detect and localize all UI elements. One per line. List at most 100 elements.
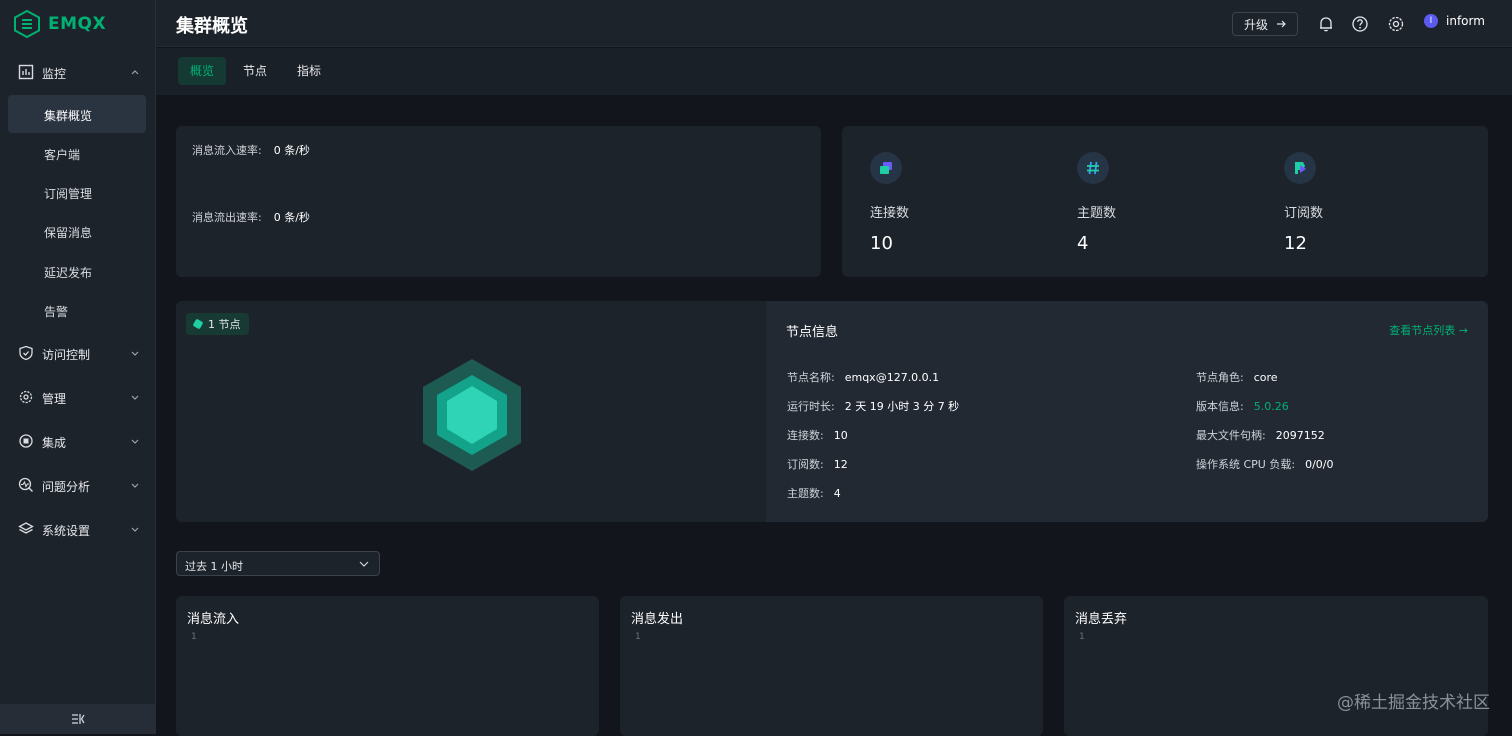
outgoing-rate-label: 消息流出速率: xyxy=(192,211,262,224)
axis-tick-label: 1 xyxy=(191,632,197,642)
max-fds-row: 最大文件句柄: 2097152 xyxy=(1196,427,1325,443)
view-node-list-link[interactable]: 查看节点列表 → xyxy=(1389,322,1468,338)
metric-title: 消息发出 xyxy=(631,612,684,627)
incoming-rate-row: 消息流入速率: 0 条/秒 xyxy=(192,142,310,158)
chevron-down-icon xyxy=(131,351,139,356)
stats-card: 连接数 10 主题数 4 订阅数 12 xyxy=(842,126,1488,277)
emqx-logo-icon xyxy=(14,10,40,38)
watermark: @稀土掘金技术社区 xyxy=(1337,693,1490,713)
sidebar: EMQX 监控 集群概览 客户端 订阅管理 保留消息 延迟发布 告警 访问控制 xyxy=(0,0,156,734)
kv-label: 节点角色: xyxy=(1196,371,1244,384)
node-hexagon-icon[interactable] xyxy=(420,357,524,473)
node-name-row: 节点名称: emqx@127.0.0.1 xyxy=(787,369,939,385)
node-count-badge: 1 节点 xyxy=(186,313,249,335)
tab-bar: 概览 节点 指标 xyxy=(156,48,1512,95)
topics-row: 主题数: 4 xyxy=(787,485,841,501)
connections-row: 连接数: 10 xyxy=(787,427,848,443)
metric-card-dropped: 消息丢弃 1 xyxy=(1064,596,1488,736)
sidebar-group-integration[interactable]: 集成 xyxy=(0,423,156,459)
chart-icon xyxy=(18,64,34,80)
sidebar-group-label: 管理 xyxy=(42,392,67,406)
uptime-row: 运行时长: 2 天 19 小时 3 分 7 秒 xyxy=(787,398,959,414)
time-range-select[interactable]: 过去 1 小时 xyxy=(176,551,380,576)
node-info-title: 节点信息 xyxy=(786,325,839,340)
incoming-rate-label: 消息流入速率: xyxy=(192,144,262,157)
tab-overview[interactable]: 概览 xyxy=(178,57,227,85)
kv-label: 主题数: xyxy=(787,487,824,500)
kv-label: 连接数: xyxy=(787,429,824,442)
sidebar-group-management[interactable]: 管理 xyxy=(0,379,156,415)
connection-icon xyxy=(870,152,902,184)
stat-subscriptions: 订阅数 12 xyxy=(1284,152,1444,254)
shield-icon xyxy=(19,345,33,361)
kv-label: 操作系统 CPU 负载: xyxy=(1196,458,1296,471)
logo[interactable]: EMQX xyxy=(14,10,106,38)
sidebar-group-system-settings[interactable]: 系统设置 xyxy=(0,511,156,547)
subscribe-icon xyxy=(1284,152,1316,184)
axis-tick-label: 1 xyxy=(635,632,641,642)
username: inform xyxy=(1446,14,1485,28)
sidebar-item-cluster-overview[interactable]: 集群概览 xyxy=(8,95,146,133)
bell-icon[interactable] xyxy=(1317,15,1335,33)
kv-value: 2 天 19 小时 3 分 7 秒 xyxy=(844,400,960,413)
node-info-panel: 节点信息 查看节点列表 → 节点名称: emqx@127.0.0.1 运行时长: 2… xyxy=(766,301,1488,522)
axis-tick-label: 1 xyxy=(1079,632,1085,642)
metric-title: 消息丢弃 xyxy=(1075,612,1128,627)
cpu-load-row: 操作系统 CPU 负载: 0/0/0 xyxy=(1196,456,1334,472)
kv-value: 10 xyxy=(833,429,848,442)
metric-card-received: 消息流入 1 xyxy=(176,596,599,736)
subscriptions-row: 订阅数: 12 xyxy=(787,456,848,472)
sidebar-item-label: 告警 xyxy=(44,305,69,319)
tab-nodes[interactable]: 节点 xyxy=(231,57,279,85)
user-menu[interactable]: I inform xyxy=(1424,14,1485,28)
sidebar-group-access-control[interactable]: 访问控制 xyxy=(0,335,156,371)
tab-metrics[interactable]: 指标 xyxy=(285,57,333,85)
sidebar-item-subscriptions[interactable]: 订阅管理 xyxy=(8,173,146,211)
arrow-right-icon xyxy=(1277,20,1286,28)
sidebar-group-diagnose[interactable]: 问题分析 xyxy=(0,467,156,503)
outgoing-rate-row: 消息流出速率: 0 条/秒 xyxy=(192,209,310,225)
sidebar-group-label: 系统设置 xyxy=(42,524,91,538)
version-link[interactable]: 5.0.26 xyxy=(1254,400,1289,413)
sidebar-item-retained[interactable]: 保留消息 xyxy=(8,212,146,250)
stat-topics: 主题数 4 xyxy=(1077,152,1237,254)
kv-value: core xyxy=(1253,371,1278,384)
sidebar-collapse-button[interactable] xyxy=(0,704,156,734)
hash-icon xyxy=(1077,152,1109,184)
avatar: I xyxy=(1424,14,1438,28)
top-header: 集群概览 升级 I inform xyxy=(156,0,1512,47)
sidebar-item-label: 集群概览 xyxy=(44,109,93,123)
kv-value: 12 xyxy=(833,458,848,471)
collapse-icon xyxy=(72,714,85,724)
upgrade-button-label: 升级 xyxy=(1243,17,1268,32)
sidebar-item-alarms[interactable]: 告警 xyxy=(8,291,146,329)
upgrade-button[interactable]: 升级 xyxy=(1232,12,1298,36)
sidebar-group-monitor[interactable]: 监控 xyxy=(0,54,156,90)
outgoing-rate-value: 0 条/秒 xyxy=(273,211,310,224)
kv-label: 运行时长: xyxy=(787,400,835,413)
integration-icon xyxy=(19,434,33,448)
page-title: 集群概览 xyxy=(176,16,248,37)
stat-value: 4 xyxy=(1077,233,1089,254)
sidebar-item-delayed[interactable]: 延迟发布 xyxy=(8,252,146,290)
sidebar-group-label: 问题分析 xyxy=(42,480,91,494)
kv-value: 2097152 xyxy=(1275,429,1325,442)
logo-text: EMQX xyxy=(48,14,107,34)
kv-value: 4 xyxy=(833,487,841,500)
node-count-label: 1 节点 xyxy=(208,318,241,331)
sidebar-group-label: 集成 xyxy=(42,436,67,450)
diagnose-icon xyxy=(18,477,33,492)
sidebar-group-label: 访问控制 xyxy=(42,348,91,362)
kv-label: 最大文件句柄: xyxy=(1196,429,1266,442)
layers-icon xyxy=(18,522,34,534)
chevron-down-icon xyxy=(131,439,139,444)
node-topology-card: 1 节点 xyxy=(176,301,776,522)
kv-label: 订阅数: xyxy=(787,458,824,471)
sidebar-item-label: 订阅管理 xyxy=(44,187,93,201)
kv-value: emqx@127.0.0.1 xyxy=(844,371,940,384)
sidebar-item-clients[interactable]: 客户端 xyxy=(8,134,146,172)
sidebar-item-label: 保留消息 xyxy=(44,226,93,240)
settings-gear-icon[interactable] xyxy=(1387,15,1405,33)
chevron-down-icon xyxy=(359,561,369,567)
help-icon[interactable] xyxy=(1351,15,1369,33)
